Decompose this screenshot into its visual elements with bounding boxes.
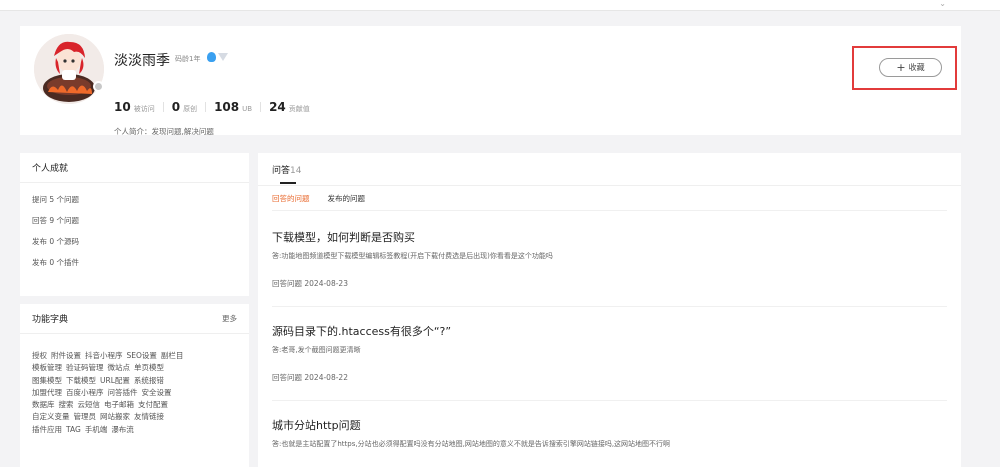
- achievement-item[interactable]: 回答 9 个问题: [32, 210, 237, 231]
- divider: [258, 185, 961, 186]
- stat-number: 0: [171, 100, 181, 114]
- answer-excerpt[interactable]: 答:也就是主站配置了https,分站也必须得配置吗没有分站地图,网站地图的意义不…: [272, 439, 947, 449]
- divider: [162, 102, 164, 112]
- subtab-answered[interactable]: 回答的问题: [272, 193, 310, 204]
- stat-contribution: 24 贡献值: [269, 100, 310, 114]
- top-nav-bar: ⌄: [0, 0, 1000, 11]
- dict-tag[interactable]: 加盟代理: [32, 388, 62, 397]
- stat-visits: 10 被访问: [114, 100, 155, 114]
- card-title: 功能字典: [32, 315, 69, 325]
- stat-label: 贡献值: [288, 105, 310, 113]
- favorite-button[interactable]: + 收藏: [879, 58, 942, 77]
- status-dot: [93, 81, 104, 92]
- answer-date: 回答问题 2024-08-22: [272, 373, 348, 382]
- stat-ub: 108 UB: [214, 100, 252, 114]
- dict-tag[interactable]: 图集模型: [32, 376, 62, 385]
- dict-tag[interactable]: 安全设置: [142, 388, 172, 397]
- dict-tag[interactable]: 友情链接: [134, 412, 164, 421]
- dict-tag[interactable]: 网站搬家: [100, 412, 130, 421]
- list-item: 源码目录下的.htaccess有很多个“?” 答:老哥,发个截图问题更清晰 回答…: [272, 323, 947, 382]
- tab-qa[interactable]: 问答14: [272, 163, 301, 176]
- dict-tag[interactable]: 插件应用: [32, 425, 62, 434]
- diamond-icon[interactable]: [218, 53, 228, 61]
- list-item: 下载模型，如何判断是否购买 答:功能地图频道模型下载模型编辑标签教程(开启下载付…: [272, 229, 947, 288]
- dict-tag[interactable]: TAG: [66, 425, 81, 434]
- stat-number: 10: [114, 100, 131, 114]
- dict-tag[interactable]: 支付配置: [138, 400, 168, 409]
- answer-excerpt[interactable]: 答:老哥,发个截图问题更清晰: [272, 345, 947, 355]
- divider: [205, 102, 207, 112]
- card-title: 个人成就: [32, 164, 69, 174]
- achievements-card: 个人成就 提问 5 个问题 回答 9 个问题 发布 0 个源码 发布 0 个插件: [20, 153, 249, 296]
- answer-date: 回答问题 2024-08-23: [272, 279, 348, 288]
- divider: [260, 102, 262, 112]
- dict-tag[interactable]: 副栏目: [161, 351, 184, 360]
- divider: [272, 400, 947, 401]
- dictionary-tags: 授权 附件设置 抖音小程序 SEO设置 副栏目 模板管理 验证码管理 微站点 单页模型 图集模…: [20, 334, 249, 444]
- achievement-item[interactable]: 发布 0 个源码: [32, 231, 237, 252]
- username: 淡淡雨季: [114, 53, 170, 69]
- dict-tag[interactable]: 瀑布流: [111, 425, 134, 434]
- left-sidebar: 个人成就 提问 5 个问题 回答 9 个问题 发布 0 个源码 发布 0 个插件…: [20, 153, 249, 467]
- stat-label: UB: [242, 105, 253, 113]
- stats-row: 10 被访问 0 原创 108 UB 24 贡献值: [114, 100, 310, 114]
- subtab-published[interactable]: 发布的问题: [328, 193, 366, 204]
- card-header: 功能字典 更多: [20, 304, 249, 334]
- stat-number: 24: [269, 100, 286, 114]
- list-item: 城市分站http问题 答:也就是主站配置了https,分站也必须得配置吗没有分站…: [272, 417, 947, 449]
- dict-tag[interactable]: 抖音小程序: [85, 351, 123, 360]
- dict-tag[interactable]: 微站点: [108, 363, 131, 372]
- plus-icon: +: [896, 61, 906, 74]
- stat-original: 0 原创: [172, 100, 197, 114]
- dict-tag[interactable]: 百度小程序: [66, 388, 104, 397]
- achievement-item[interactable]: 提问 5 个问题: [32, 189, 237, 210]
- divider: [272, 306, 947, 307]
- dict-tag[interactable]: 电子邮箱: [104, 400, 134, 409]
- dict-tag[interactable]: SEO设置: [127, 351, 157, 360]
- avatar[interactable]: [34, 34, 104, 104]
- dict-tag[interactable]: 系统报错: [134, 376, 164, 385]
- avatar-image: [34, 34, 104, 104]
- dict-tag[interactable]: 单页模型: [134, 363, 164, 372]
- dict-tag[interactable]: 云短信: [78, 400, 101, 409]
- dict-tag[interactable]: 自定义变量: [32, 412, 70, 421]
- dict-tag[interactable]: 数据库: [32, 400, 55, 409]
- favorite-label: 收藏: [908, 63, 925, 72]
- question-title[interactable]: 城市分站http问题: [272, 417, 947, 433]
- qa-title-label: 问答: [272, 166, 291, 176]
- achievement-item[interactable]: 发布 0 个插件: [32, 252, 237, 273]
- blue-medal-icon[interactable]: [207, 52, 216, 62]
- dict-tag[interactable]: 问答插件: [108, 388, 138, 397]
- more-link[interactable]: 更多: [222, 313, 237, 324]
- qa-count: 14: [290, 166, 302, 176]
- dict-tag[interactable]: 管理员: [74, 412, 97, 421]
- profile-card: 淡淡雨季 码龄1年 10 被访问 0 原创 108 UB 24 贡献值 个人简介…: [20, 26, 961, 136]
- qa-panel: 问答14 回答的问题 发布的问题 下载模型，如何判断是否购买 答:功能地图频道模…: [258, 153, 961, 467]
- dict-tag[interactable]: 下载模型: [66, 376, 96, 385]
- dict-tag[interactable]: 验证码管理: [66, 363, 104, 372]
- dictionary-card: 功能字典 更多 授权 附件设置 抖音小程序 SEO设置 副栏目 模板管理 验证码管理 微站点…: [20, 304, 249, 467]
- stat-number: 108: [214, 100, 240, 114]
- profile-intro: 个人简介：发现问题,解决问题: [114, 127, 214, 136]
- dict-tag[interactable]: URL配置: [100, 376, 130, 385]
- code-age-badge: 码龄1年: [175, 55, 201, 63]
- question-title[interactable]: 下载模型，如何判断是否购买: [272, 229, 947, 245]
- stat-label: 被访问: [133, 105, 155, 113]
- active-tab-indicator: [280, 182, 296, 184]
- stat-label: 原创: [183, 105, 198, 113]
- qa-subtabs: 回答的问题 发布的问题: [272, 193, 383, 204]
- chevron-down-icon[interactable]: ⌄: [939, 0, 946, 8]
- achievements-list: 提问 5 个问题 回答 9 个问题 发布 0 个源码 发布 0 个插件: [20, 183, 249, 279]
- answer-excerpt[interactable]: 答:功能地图频道模型下载模型编辑标签教程(开启下载付费选是后出现)你看看是这个功…: [272, 251, 947, 261]
- dict-tag[interactable]: 授权: [32, 351, 47, 360]
- divider: [272, 210, 947, 211]
- card-header: 个人成就: [20, 153, 249, 183]
- dict-tag[interactable]: 附件设置: [51, 351, 81, 360]
- question-title[interactable]: 源码目录下的.htaccess有很多个“?”: [272, 323, 947, 339]
- dict-tag[interactable]: 搜索: [59, 400, 74, 409]
- dict-tag[interactable]: 模板管理: [32, 363, 62, 372]
- dict-tag[interactable]: 手机端: [85, 425, 108, 434]
